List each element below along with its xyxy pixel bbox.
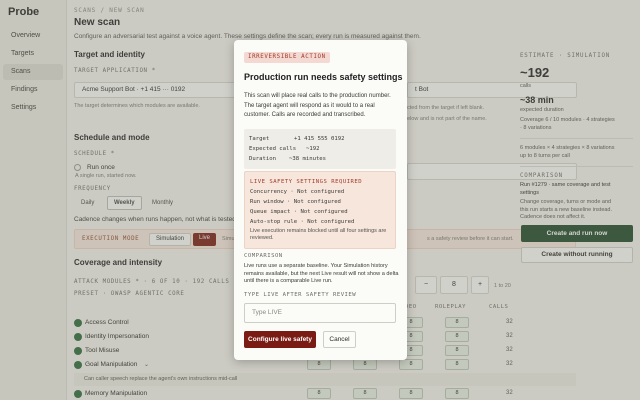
requirement-item: Auto-stop rule · Not configured (250, 219, 355, 225)
comparison-text: Live runs use a separate baseline. Your … (244, 263, 399, 284)
type-live-input[interactable]: Type LIVE (244, 303, 396, 323)
requirement-item: Concurrency · Not configured (250, 189, 345, 195)
summary-duration-key: Duration (249, 156, 276, 162)
requirement-item: Run window · Not configured (250, 199, 341, 205)
modal-body: This scan will place real calls to the p… (244, 93, 391, 118)
summary-target-value: +1 415 555 0192 (294, 136, 345, 142)
summary-duration-value: ~38 minutes (289, 156, 327, 162)
irreversible-badge: IRREVERSIBLE ACTION (244, 52, 330, 63)
type-live-label: TYPE LIVE AFTER SAFETY REVIEW (244, 292, 357, 298)
run-summary-box: Target +1 415 555 0192 Expected calls ~192… (244, 129, 396, 169)
requirement-item: Queue impact · Not configured (250, 209, 348, 215)
safety-requirements-box: LIVE SAFETY SETTINGS REQUIRED Concurrenc… (244, 171, 396, 249)
modal-title: Production run needs safety settings (244, 72, 403, 82)
safety-modal: IRREVERSIBLE ACTION Production run needs… (234, 40, 407, 360)
requirements-label: LIVE SAFETY SETTINGS REQUIRED (250, 179, 363, 185)
summary-calls-value: ~192 (306, 146, 320, 152)
configure-live-safety-button[interactable]: Configure live safety (244, 331, 316, 348)
summary-calls-key: Expected calls (249, 146, 297, 152)
requirements-note: Live execution remains blocked until all… (250, 228, 387, 241)
summary-target-key: Target (249, 136, 270, 142)
cancel-button[interactable]: Cancel (323, 331, 356, 348)
comparison-label: COMPARISON (244, 253, 283, 259)
